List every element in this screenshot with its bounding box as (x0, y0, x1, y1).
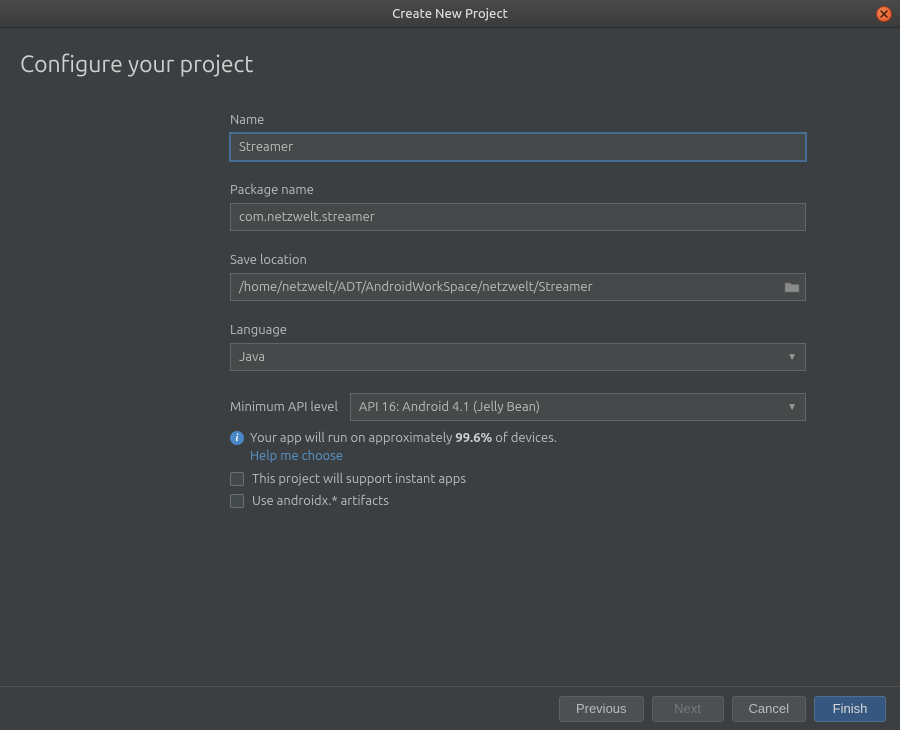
content-area: Configure your project Name Package name… (0, 28, 900, 508)
package-label: Package name (230, 183, 806, 197)
name-field-group: Name (230, 113, 806, 161)
language-field-group: Language Java ▼ (230, 323, 806, 371)
androidx-label: Use androidx.* artifacts (252, 494, 389, 508)
device-coverage-text: Your app will run on approximately 99.6%… (250, 431, 557, 445)
min-api-value: API 16: Android 4.1 (Jelly Bean) (359, 400, 540, 414)
window-title: Create New Project (392, 7, 508, 21)
close-button[interactable] (876, 6, 892, 22)
info-icon: i (230, 431, 244, 445)
package-field-group: Package name (230, 183, 806, 231)
page-title: Configure your project (20, 52, 880, 77)
androidx-row: Use androidx.* artifacts (230, 494, 806, 508)
min-api-label: Minimum API level (230, 400, 338, 414)
save-location-field-group: Save location (230, 253, 806, 301)
name-label: Name (230, 113, 806, 127)
min-api-row: Minimum API level API 16: Android 4.1 (J… (230, 393, 806, 421)
finish-button[interactable]: Finish (814, 696, 886, 722)
language-label: Language (230, 323, 806, 337)
browse-folder-icon[interactable] (784, 280, 800, 294)
cancel-button[interactable]: Cancel (732, 696, 806, 722)
help-me-choose-link[interactable]: Help me choose (250, 449, 343, 463)
androidx-checkbox[interactable] (230, 494, 244, 508)
device-coverage-info: i Your app will run on approximately 99.… (230, 431, 806, 445)
package-input[interactable] (230, 203, 806, 231)
titlebar: Create New Project (0, 0, 900, 28)
language-dropdown[interactable]: Java ▼ (230, 343, 806, 371)
form: Name Package name Save location Language… (230, 113, 806, 508)
instant-apps-row: This project will support instant apps (230, 472, 806, 486)
next-button[interactable]: Next (652, 696, 724, 722)
chevron-down-icon: ▼ (787, 351, 797, 363)
save-location-label: Save location (230, 253, 806, 267)
button-bar: Previous Next Cancel Finish (0, 686, 900, 730)
instant-apps-checkbox[interactable] (230, 472, 244, 486)
previous-button[interactable]: Previous (559, 696, 644, 722)
close-icon (880, 10, 888, 18)
min-api-dropdown[interactable]: API 16: Android 4.1 (Jelly Bean) ▼ (350, 393, 806, 421)
save-location-input[interactable] (230, 273, 806, 301)
chevron-down-icon: ▼ (787, 401, 797, 413)
instant-apps-label: This project will support instant apps (252, 472, 466, 486)
name-input[interactable] (230, 133, 806, 161)
language-value: Java (239, 350, 265, 364)
